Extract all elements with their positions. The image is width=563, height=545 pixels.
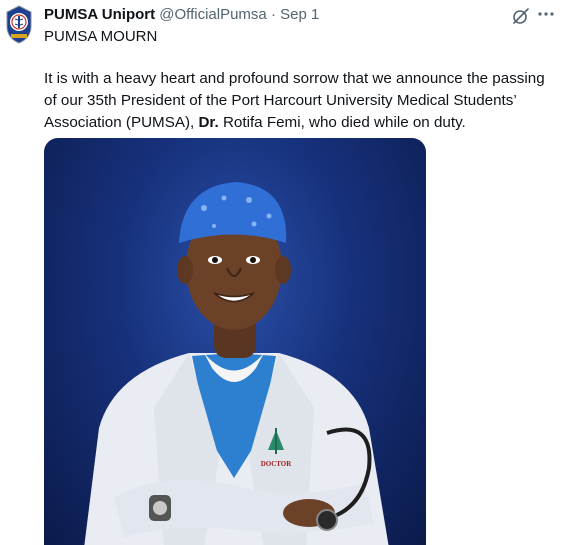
author-handle[interactable]: @OfficialPumsa (159, 6, 266, 23)
left-ear (177, 256, 193, 284)
tweet-text: It is with a heavy heart and profound so… (44, 68, 554, 134)
more-icon[interactable] (536, 4, 556, 24)
avatar[interactable] (4, 4, 34, 44)
portrait-illustration: DOCTOR (84, 182, 389, 545)
right-ear (275, 256, 291, 284)
surgical-cap (179, 182, 287, 243)
coat-badge-text: DOCTOR (261, 460, 293, 468)
tweet-text-bold: Dr. (198, 114, 219, 131)
grok-icon[interactable] (512, 7, 530, 25)
separator-dot: · (270, 6, 276, 23)
tweet[interactable]: PUMSA Uniport @OfficialPumsa · Sep 1 PUM… (0, 0, 563, 545)
tweet-time[interactable]: Sep 1 (280, 6, 319, 23)
tweet-text-part-2: Rotifa Femi, who died while on duty. (218, 114, 466, 131)
association-logo-icon (6, 5, 32, 44)
tweet-subtitle: PUMSA MOURN (44, 28, 158, 45)
tweet-header: PUMSA Uniport @OfficialPumsa · Sep 1 (44, 5, 319, 25)
author-name[interactable]: PUMSA Uniport (44, 6, 155, 23)
tweet-photo[interactable]: DOCTOR (44, 138, 426, 545)
